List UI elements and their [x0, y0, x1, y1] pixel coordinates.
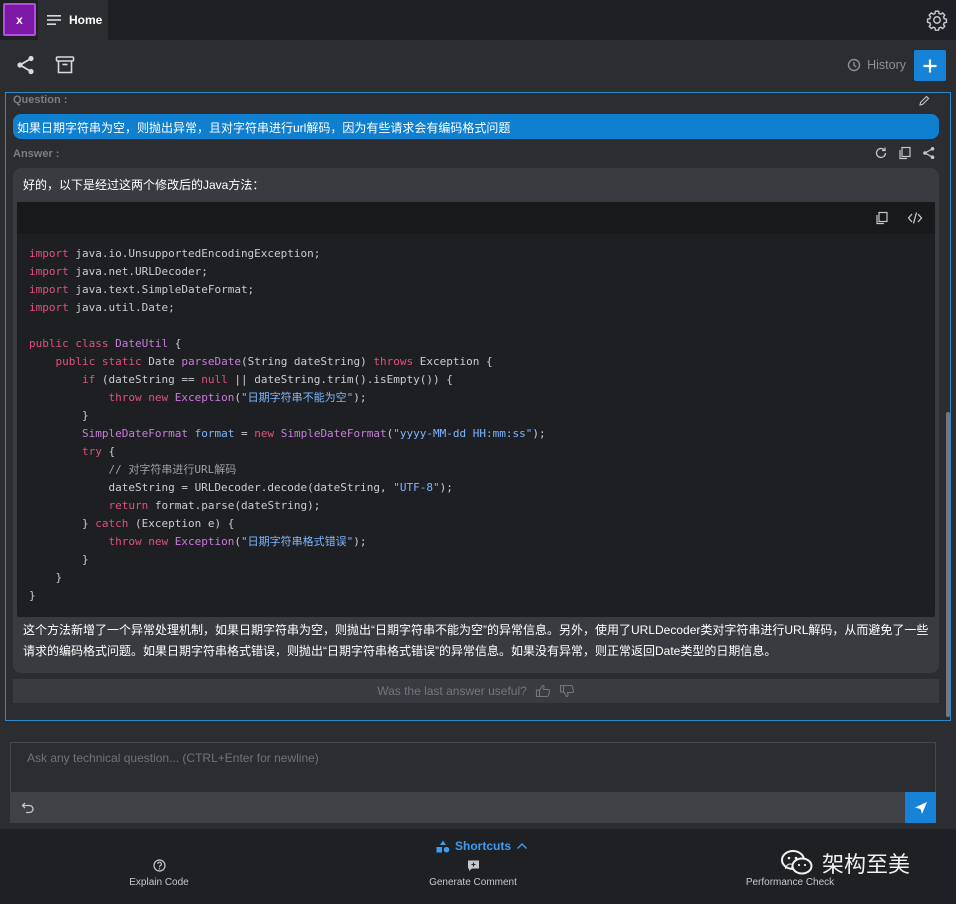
top-bar: x Home: [0, 0, 956, 40]
answer-intro: 好的，以下是经过这两个修改后的Java方法：: [23, 178, 265, 192]
tab-home[interactable]: Home: [38, 0, 108, 40]
code-line: return format.parse(dateString);: [108, 499, 321, 512]
menu-icon: [47, 15, 61, 25]
chevron-up-icon: [517, 843, 528, 849]
code-line: SimpleDateFormat format = new SimpleDate…: [81, 427, 546, 440]
question-label: Question :: [13, 94, 68, 106]
new-chat-button[interactable]: [914, 50, 946, 81]
code-line: try {: [81, 445, 116, 458]
code-block-header: [17, 202, 935, 234]
answer-actions: [874, 146, 936, 160]
watermark-text: 架构至美: [822, 853, 911, 878]
code-line: import java.io.UnsupportedEncodingExcept…: [29, 247, 321, 260]
code-line: import java.text.SimpleDateFormat;: [29, 283, 255, 296]
history-label: History: [867, 58, 906, 72]
plus-icon: [923, 59, 937, 72]
gear-icon[interactable]: [926, 9, 948, 31]
code-block: import java.io.UnsupportedEncodingExcept…: [17, 202, 935, 617]
code-line: }: [29, 589, 36, 602]
logo-letter: x: [16, 12, 23, 27]
shortcuts-panel: Shortcuts Explain Code Generate Comment …: [0, 829, 956, 904]
feedback-bar: Was the last answer useful?: [13, 679, 939, 703]
send-button[interactable]: [905, 792, 936, 823]
code-line: } catch (Exception e) {: [29, 517, 235, 530]
copy-code-icon[interactable]: [875, 211, 889, 225]
shortcuts-title: Shortcuts: [455, 839, 512, 853]
send-icon: [914, 801, 927, 814]
code-line: import java.util.Date;: [29, 301, 175, 314]
code-line: throw new Exception("日期字符串不能为空");: [108, 391, 367, 404]
history-icon: [847, 58, 861, 72]
code-line: if (dateString == null || dateString.tri…: [81, 373, 453, 386]
app-logo[interactable]: x: [3, 3, 36, 36]
insert-code-icon[interactable]: [907, 211, 923, 225]
thumbs-up-icon[interactable]: [535, 684, 551, 698]
wechat-watermark: 架构至美: [780, 847, 910, 879]
scrollbar[interactable]: [946, 412, 950, 717]
answer-label: Answer :: [13, 148, 60, 160]
input-actions: [10, 792, 936, 823]
share-icon[interactable]: [15, 54, 37, 76]
code-line: throw new Exception("日期字符串格式错误");: [108, 535, 367, 548]
code-line: import java.net.URLDecoder;: [29, 265, 208, 278]
regenerate-icon[interactable]: [874, 146, 888, 160]
undo-icon[interactable]: [21, 800, 35, 814]
question-circle-icon: [152, 859, 166, 872]
edit-icon[interactable]: [918, 95, 930, 107]
code-line: }: [29, 409, 89, 422]
shortcut-explain-code[interactable]: Explain Code: [119, 859, 199, 888]
code-line: }: [29, 571, 63, 584]
question-input-box: [10, 742, 936, 792]
code-content[interactable]: import java.io.UnsupportedEncodingExcept…: [17, 234, 935, 605]
shortcut-label: Explain Code: [129, 877, 189, 888]
feedback-prompt: Was the last answer useful?: [377, 684, 527, 698]
code-line: public class DateUtil {: [29, 337, 182, 350]
chat-toolbar: History: [0, 40, 956, 92]
code-line: dateString = URLDecoder.decode(dateStrin…: [29, 481, 453, 494]
code-line: }: [29, 553, 89, 566]
tab-home-label: Home: [69, 13, 103, 27]
code-line-1: java.io.UnsupportedEncodingException;: [75, 247, 321, 260]
archive-icon[interactable]: [54, 54, 76, 76]
question-input[interactable]: [11, 743, 935, 767]
shapes-icon: [436, 840, 450, 852]
shortcuts-toggle[interactable]: Shortcuts: [436, 839, 528, 853]
comment-icon: [467, 860, 479, 871]
share-answer-icon[interactable]: [922, 146, 936, 160]
shortcut-generate-comment[interactable]: Generate Comment: [421, 859, 525, 888]
answer-bubble: 好的，以下是经过这两个修改后的Java方法： import java.io.Un…: [13, 168, 939, 673]
code-line: // 对字符串进行URL解码: [108, 463, 237, 476]
thumbs-down-icon[interactable]: [559, 684, 575, 698]
code-line: public static Date parseDate(String date…: [55, 355, 493, 368]
question-bubble: 如果日期字符串为空，则抛出异常，且对字符串进行url解码，因为有些请求会有编码格…: [13, 114, 939, 139]
history-button[interactable]: History: [847, 55, 906, 75]
wechat-icon: [781, 850, 813, 875]
copy-icon[interactable]: [898, 146, 912, 160]
shortcut-label: Generate Comment: [429, 877, 517, 888]
conversation-panel: Question : 如果日期字符串为空，则抛出异常，且对字符串进行url解码，…: [5, 92, 951, 721]
answer-description: 这个方法新增了一个异常处理机制，如果日期字符串为空，则抛出“日期字符串不能为空”…: [23, 623, 929, 658]
